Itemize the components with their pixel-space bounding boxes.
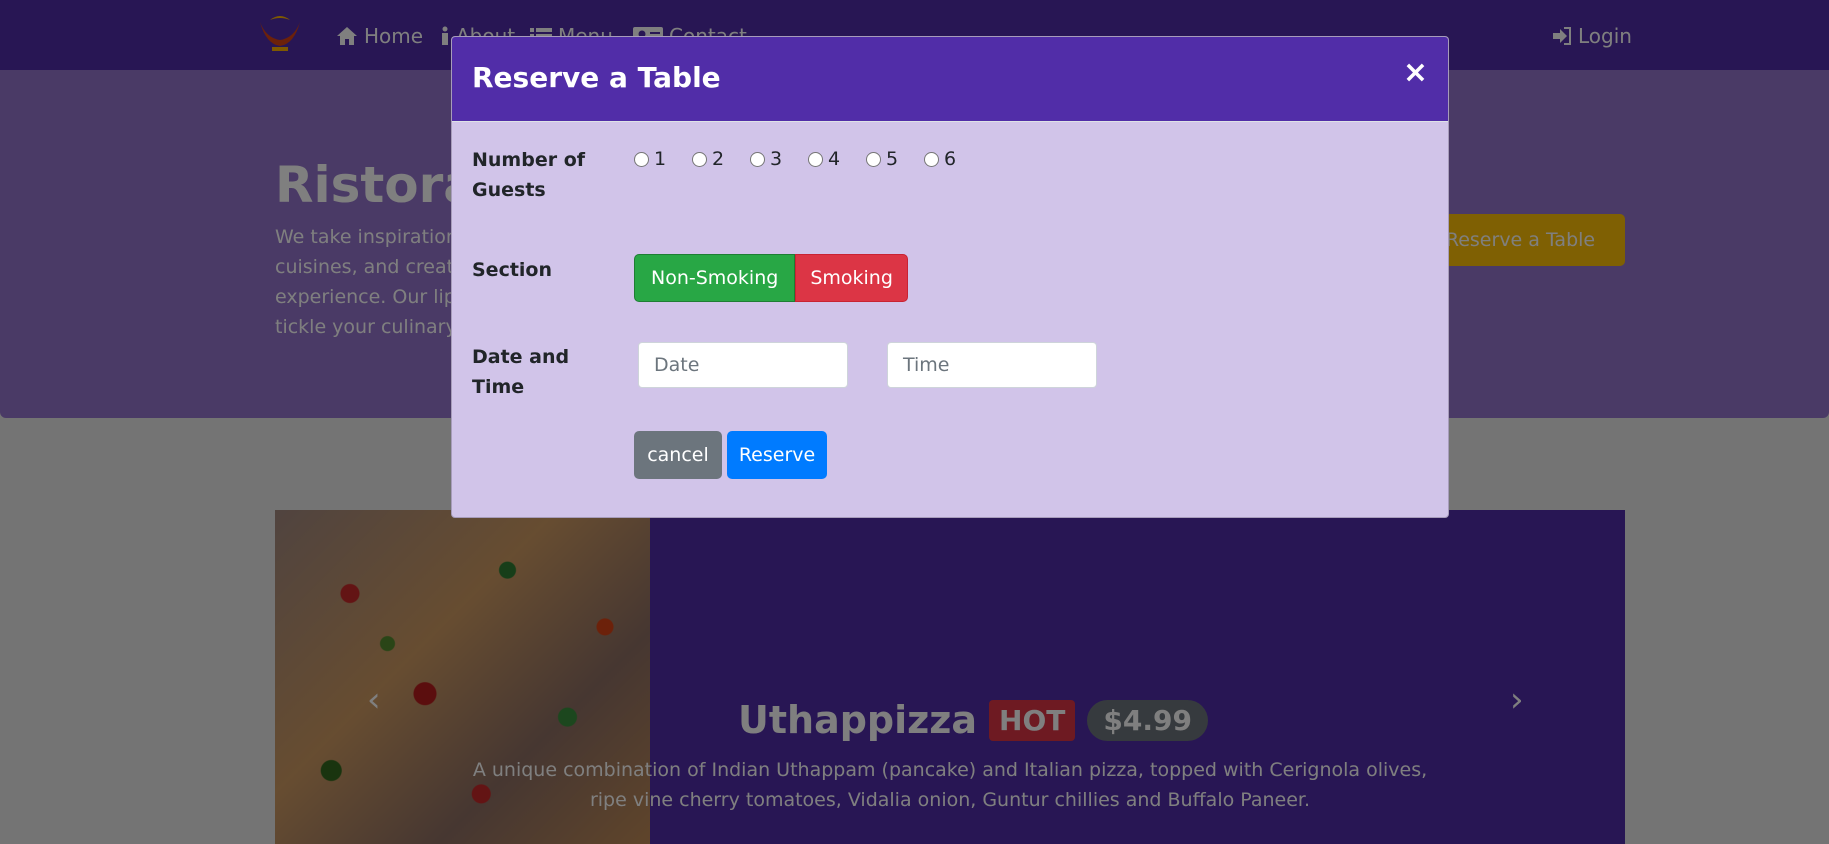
modal-header: Reserve a Table × — [452, 37, 1448, 122]
date-input[interactable]: Date — [638, 342, 848, 388]
close-icon[interactable]: × — [1403, 55, 1428, 90]
time-input[interactable]: Time — [887, 342, 1097, 388]
guests-option-3[interactable]: 3 — [750, 148, 808, 170]
guests-option-2[interactable]: 2 — [692, 148, 750, 170]
cancel-button[interactable]: cancel — [634, 431, 722, 479]
radio-circle-icon[interactable] — [866, 151, 881, 167]
reserve-modal: Reserve a Table × Number of Guests 1 2 3… — [451, 36, 1449, 518]
guests-option-label: 5 — [886, 148, 899, 170]
section-button-group: Non-Smoking Smoking — [634, 254, 908, 302]
guests-option-5[interactable]: 5 — [866, 148, 924, 170]
guests-option-label: 3 — [770, 148, 783, 170]
guests-option-1[interactable]: 1 — [634, 148, 692, 170]
radio-circle-icon[interactable] — [634, 151, 649, 167]
radio-circle-icon[interactable] — [692, 151, 707, 167]
guests-radio-group: 1 2 3 4 5 6 — [634, 148, 982, 170]
non-smoking-button[interactable]: Non-Smoking — [634, 254, 796, 302]
section-label: Section — [472, 259, 553, 281]
smoking-button[interactable]: Smoking — [795, 254, 908, 302]
guests-option-label: 1 — [654, 148, 667, 170]
guests-option-label: 6 — [944, 148, 957, 170]
guests-option-6[interactable]: 6 — [924, 148, 982, 170]
modal-title: Reserve a Table — [472, 61, 721, 94]
guests-option-label: 4 — [828, 148, 841, 170]
radio-circle-icon[interactable] — [924, 151, 939, 167]
guests-option-label: 2 — [712, 148, 725, 170]
guests-label: Number of Guests — [472, 149, 586, 201]
datetime-label: Date and Time — [472, 346, 570, 398]
radio-circle-icon[interactable] — [750, 151, 765, 167]
radio-circle-icon[interactable] — [808, 151, 823, 167]
reserve-button[interactable]: Reserve — [727, 431, 827, 479]
guests-option-4[interactable]: 4 — [808, 148, 866, 170]
